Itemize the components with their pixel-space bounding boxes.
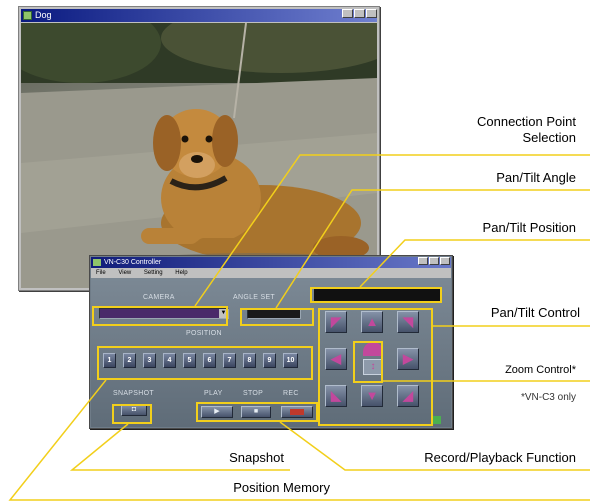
callout-connection-point: Connection Point Selection <box>476 114 576 145</box>
callout-zoom-note: *VN-C3 only <box>520 392 576 403</box>
callout-record-playback: Record/Playback Function <box>424 450 576 465</box>
callout-pan-tilt-control: Pan/Tilt Control <box>490 305 580 320</box>
callout-pan-tilt-angle: Pan/Tilt Angle <box>496 170 576 185</box>
callout-zoom-control: Zoom Control* <box>505 364 576 376</box>
callout-pan-tilt-position: Pan/Tilt Position <box>482 220 576 235</box>
callout-lines <box>8 154 590 501</box>
callout-snapshot: Snapshot <box>229 450 284 465</box>
callout-position-memory: Position Memory <box>233 480 330 495</box>
